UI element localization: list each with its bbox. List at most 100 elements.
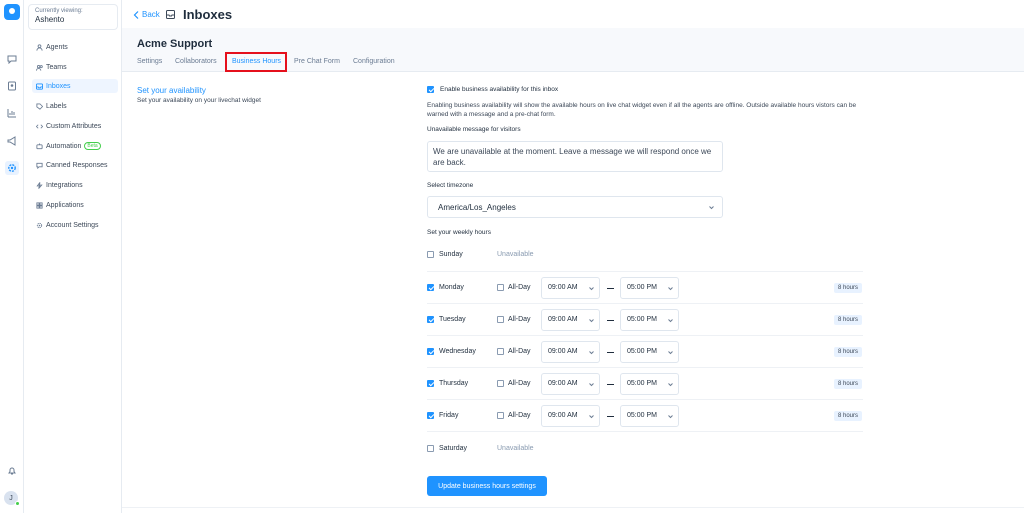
sidebar-item-label: Agents xyxy=(46,43,68,51)
sidebar-item-label: Automation xyxy=(46,142,82,150)
all-day-checkbox[interactable] xyxy=(497,316,504,323)
apps-icon xyxy=(36,201,43,209)
sidebar-item-canned-responses[interactable]: Canned Responses xyxy=(32,158,118,172)
tab-settings[interactable]: Settings xyxy=(137,58,162,65)
from-time-select[interactable]: 09:00 AM xyxy=(541,341,600,363)
enable-business-hours-label: Enable business availability for this in… xyxy=(440,86,559,93)
all-day-label: All-Day xyxy=(508,412,531,419)
notifications-bell-icon[interactable] xyxy=(5,464,19,478)
sidebar-item-label: Custom Attributes xyxy=(46,122,102,130)
contacts-icon[interactable] xyxy=(5,79,19,93)
tab-configuration[interactable]: Configuration xyxy=(353,58,395,65)
to-time-select[interactable]: 05:00 PM xyxy=(620,405,679,427)
sidebar-item-label: Teams xyxy=(46,63,67,71)
account-switcher[interactable]: Currently viewing: Ashento xyxy=(28,4,118,30)
people-icon xyxy=(36,64,43,71)
timezone-select[interactable]: America/Los_Angeles xyxy=(427,196,723,218)
all-day-checkbox[interactable] xyxy=(497,412,504,419)
day-name: Tuesday xyxy=(439,316,466,323)
account-name: Ashento xyxy=(35,15,65,24)
online-status-dot xyxy=(15,501,20,506)
inbox-name: Acme Support xyxy=(137,38,213,50)
chat-icon xyxy=(36,162,43,169)
sidebar-item-integrations[interactable]: Integrations xyxy=(32,178,118,192)
tab-collaborators[interactable]: Collaborators xyxy=(175,58,217,65)
enable-business-hours-checkbox[interactable] xyxy=(427,86,434,93)
sidebar-item-applications[interactable]: Applications xyxy=(32,198,118,212)
enable-business-hours-row[interactable]: Enable business availability for this in… xyxy=(427,86,558,93)
from-time-select[interactable]: 09:00 AM xyxy=(541,277,600,299)
automation-icon xyxy=(36,142,43,149)
update-business-hours-button[interactable]: Update business hours settings xyxy=(427,476,547,496)
day-checkbox[interactable] xyxy=(427,251,434,258)
all-day-toggle[interactable]: All-Day xyxy=(497,284,531,291)
user-avatar[interactable]: J xyxy=(4,491,20,506)
day-checkbox[interactable] xyxy=(427,380,434,387)
chevron-down-icon xyxy=(589,287,594,291)
all-day-toggle[interactable]: All-Day xyxy=(497,412,531,419)
beta-badge: Beta xyxy=(84,142,101,150)
settings-icon[interactable] xyxy=(5,161,19,175)
campaigns-icon[interactable] xyxy=(5,134,19,148)
sidebar-item-teams[interactable]: Teams xyxy=(32,60,118,74)
from-time-select[interactable]: 09:00 AM xyxy=(541,405,600,427)
primary-nav-rail: J xyxy=(0,0,24,513)
reports-icon[interactable] xyxy=(5,106,19,120)
tag-icon xyxy=(36,102,43,110)
all-day-toggle[interactable]: All-Day xyxy=(497,348,531,355)
to-time-select[interactable]: 05:00 PM xyxy=(620,309,679,331)
day-name: Thursday xyxy=(439,380,469,387)
day-row-monday: Monday All-Day 09:00 AM 05:00 PM 8 hours xyxy=(427,271,863,303)
sidebar-item-custom-attributes[interactable]: Custom Attributes xyxy=(32,119,118,133)
all-day-checkbox[interactable] xyxy=(497,284,504,291)
to-time-select[interactable]: 05:00 PM xyxy=(620,277,679,299)
day-checkbox[interactable] xyxy=(427,348,434,355)
all-day-checkbox[interactable] xyxy=(497,348,504,355)
gear-icon xyxy=(36,222,43,228)
day-checkbox[interactable] xyxy=(427,445,434,452)
from-time-select[interactable]: 09:00 AM xyxy=(541,309,600,331)
sidebar-item-account-settings[interactable]: Account Settings xyxy=(32,218,118,232)
sidebar-item-inboxes[interactable]: Inboxes xyxy=(32,79,118,93)
day-name: Wednesday xyxy=(439,348,476,355)
chevron-down-icon xyxy=(668,351,673,355)
highlight-box xyxy=(225,52,287,72)
from-time-value: 09:00 AM xyxy=(548,380,578,387)
hours-badge: 8 hours xyxy=(834,347,863,357)
timezone-label: Select timezone xyxy=(427,182,474,189)
inbox-icon xyxy=(36,82,43,90)
chevron-down-icon xyxy=(589,415,594,419)
back-label: Back xyxy=(142,10,160,19)
to-time-value: 05:00 PM xyxy=(627,412,657,419)
all-day-label: All-Day xyxy=(508,316,531,323)
chevron-down-icon xyxy=(709,206,714,210)
day-checkbox[interactable] xyxy=(427,284,434,291)
to-time-select[interactable]: 05:00 PM xyxy=(620,341,679,363)
day-row-sunday: Sunday Unavailable xyxy=(427,240,863,272)
unavailable-message-textarea[interactable]: We are unavailable at the moment. Leave … xyxy=(427,141,723,172)
conversations-icon[interactable] xyxy=(5,52,19,66)
hours-badge: 8 hours xyxy=(834,283,863,293)
day-checkbox[interactable] xyxy=(427,412,434,419)
day-name: Monday xyxy=(439,284,464,291)
all-day-checkbox[interactable] xyxy=(497,380,504,387)
sidebar-item-label: Integrations xyxy=(46,181,83,189)
from-time-select[interactable]: 09:00 AM xyxy=(541,373,600,395)
chevron-down-icon xyxy=(589,383,594,387)
unavailable-text: Unavailable xyxy=(497,445,534,452)
all-day-toggle[interactable]: All-Day xyxy=(497,316,531,323)
day-row-tuesday: Tuesday All-Day 09:00 AM 05:00 PM 8 hour… xyxy=(427,303,863,335)
day-checkbox[interactable] xyxy=(427,316,434,323)
chevron-down-icon xyxy=(668,415,673,419)
hours-badge: 8 hours xyxy=(834,379,863,389)
back-button[interactable]: Back xyxy=(133,10,160,19)
tab-pre-chat-form[interactable]: Pre Chat Form xyxy=(294,58,340,65)
app-logo[interactable] xyxy=(4,4,20,20)
sidebar-item-agents[interactable]: Agents xyxy=(32,40,118,54)
chevron-left-icon xyxy=(133,10,139,19)
all-day-toggle[interactable]: All-Day xyxy=(497,380,531,387)
from-time-value: 09:00 AM xyxy=(548,348,578,355)
sidebar-item-labels[interactable]: Labels xyxy=(32,99,118,113)
sidebar-item-automation[interactable]: Automation Beta xyxy=(32,139,118,153)
to-time-select[interactable]: 05:00 PM xyxy=(620,373,679,395)
